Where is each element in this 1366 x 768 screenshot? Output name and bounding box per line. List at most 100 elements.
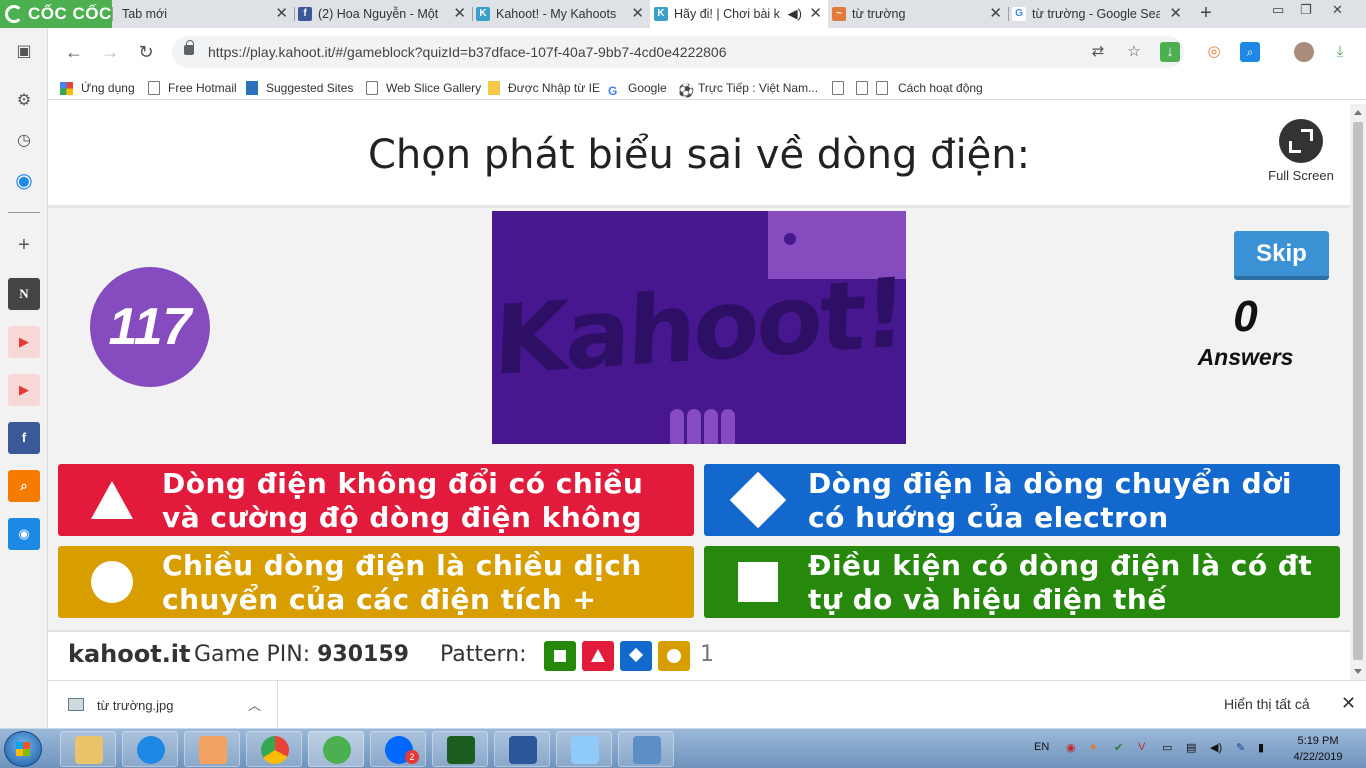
- taskbar-word[interactable]: [494, 731, 550, 767]
- media-player-icon[interactable]: ◉: [8, 518, 40, 550]
- new-tab-button[interactable]: +: [1196, 2, 1216, 25]
- tray-tool-icon[interactable]: ✎: [1236, 741, 1245, 754]
- bookmark-free-hotmail[interactable]: Free Hotmail: [148, 79, 237, 97]
- minimize-icon[interactable]: ▭: [1272, 2, 1284, 18]
- circle-icon: [88, 560, 136, 604]
- close-icon[interactable]: ✕: [809, 0, 822, 28]
- downloads-icon[interactable]: ⤓: [1330, 42, 1350, 62]
- taskbar-task-manager[interactable]: [432, 731, 488, 767]
- tray-notification-icon[interactable]: ◉: [1066, 741, 1076, 754]
- reload-button[interactable]: ↻: [134, 40, 158, 64]
- tray-shield-icon[interactable]: ✔: [1114, 741, 1123, 754]
- restore-icon[interactable]: ❐: [1300, 2, 1312, 18]
- youtube-icon[interactable]: ▶: [8, 374, 40, 406]
- bookmark-label: Google: [628, 81, 667, 95]
- taskbar-photo-viewer[interactable]: [618, 731, 674, 767]
- scroll-down-icon[interactable]: [1354, 669, 1362, 674]
- bookmark-web-slice-gallery[interactable]: Web Slice Gallery: [366, 79, 481, 97]
- fullscreen-label[interactable]: Full Screen: [1251, 168, 1350, 183]
- chevron-up-icon[interactable]: ︿: [248, 695, 261, 714]
- fullscreen-icon[interactable]: [1279, 119, 1323, 163]
- search-extension-icon[interactable]: ⌕: [1240, 42, 1260, 62]
- tab-kahoot-game[interactable]: K Hãy đi! | Chơi bài k ◀) ✕: [650, 0, 828, 28]
- close-icon[interactable]: ✕: [989, 0, 1002, 28]
- close-icon[interactable]: ✕: [631, 0, 644, 28]
- bookmark-folder-ie[interactable]: Được Nhập từ IE: [488, 79, 600, 97]
- close-icon[interactable]: ✕: [1169, 0, 1182, 28]
- coccoc-extension-icon[interactable]: ◎: [1204, 42, 1224, 62]
- tab-facebook[interactable]: f (2) Hoa Nguyễn - Một ✕: [294, 0, 472, 28]
- tab-tu-truong[interactable]: ~ từ trường ✕: [828, 0, 1008, 28]
- messenger-icon[interactable]: ◉: [8, 165, 40, 197]
- taskbar-media-player[interactable]: [184, 731, 240, 767]
- bookmark-untitled[interactable]: [832, 79, 852, 97]
- notion-icon[interactable]: N: [8, 278, 40, 310]
- game-pin: Game PIN: 930159: [194, 642, 409, 667]
- taskbar-clock[interactable]: 5:19 PM 4/22/2019: [1278, 733, 1358, 765]
- brand-name: CỐC CỐC: [28, 4, 112, 23]
- speaker-icon[interactable]: ◀): [788, 0, 802, 28]
- close-icon[interactable]: ✕: [453, 0, 466, 28]
- taskbar-paint[interactable]: [556, 731, 612, 767]
- close-icon[interactable]: ✕: [1341, 693, 1356, 714]
- answer-option-triangle[interactable]: Dòng điện không đổi có chiều và cường độ…: [58, 464, 694, 536]
- taskbar-chrome[interactable]: [246, 731, 302, 767]
- scrollbar-thumb[interactable]: [1353, 122, 1363, 660]
- tab-title: từ trường - Google Sea: [1032, 7, 1160, 21]
- sidebar-toggle-icon[interactable]: ▣: [8, 36, 40, 68]
- tab-new[interactable]: Tab mới ✕: [112, 0, 294, 28]
- volume-icon[interactable]: ◀): [1210, 741, 1222, 754]
- browser-brand[interactable]: CỐC CỐC: [0, 0, 112, 28]
- page-scrollbar[interactable]: [1350, 104, 1366, 680]
- task-manager-icon: [447, 736, 475, 764]
- tray-app-icon[interactable]: ●: [1090, 741, 1097, 753]
- star-icon[interactable]: ☆: [1124, 42, 1144, 62]
- youtube-icon[interactable]: ▶: [8, 326, 40, 358]
- profile-avatar[interactable]: [1294, 42, 1314, 62]
- game-pin-label: Game PIN:: [194, 642, 311, 667]
- answer-option-diamond[interactable]: Dòng điện là dòng chuyển dời có hướng củ…: [704, 464, 1340, 536]
- download-extension-icon[interactable]: ↓: [1160, 42, 1180, 62]
- taskbar-zalo[interactable]: 2: [370, 731, 426, 767]
- taskbar-coccoc[interactable]: [308, 731, 364, 767]
- download-item[interactable]: từ trường.jpg ︿: [48, 681, 278, 729]
- history-icon[interactable]: ◷: [8, 125, 40, 157]
- tab-google-search[interactable]: G từ trường - Google Sea ✕: [1008, 0, 1188, 28]
- football-icon: ⚽: [678, 83, 695, 98]
- settings-icon[interactable]: ⚙: [8, 85, 40, 117]
- tab-my-kahoots[interactable]: K Kahoot! - My Kahoots ✕: [472, 0, 650, 28]
- taskbar-internet-explorer[interactable]: [122, 731, 178, 767]
- add-app-icon[interactable]: +: [8, 229, 40, 261]
- translate-icon[interactable]: ⇄: [1088, 42, 1108, 62]
- bookmark-truc-tiep[interactable]: ⚽ Trực Tiếp : Việt Nam...: [678, 79, 818, 98]
- chrome-icon: [261, 736, 289, 764]
- tab-title: Hãy đi! | Chơi bài k: [674, 7, 780, 21]
- show-all-downloads-link[interactable]: Hiển thị tất cả: [1224, 696, 1310, 712]
- network-icon[interactable]: ▮: [1258, 741, 1264, 754]
- address-bar[interactable]: https://play.kahoot.it/#/gameblock?quizI…: [172, 36, 1184, 68]
- taskbar-explorer[interactable]: [60, 731, 116, 767]
- bookmark-google[interactable]: G Google: [608, 79, 667, 98]
- bookmark-cach-hoat-dong[interactable]: Cách hoạt động: [856, 79, 983, 97]
- close-icon[interactable]: ✕: [275, 0, 288, 28]
- bookmark-suggested-sites[interactable]: Suggested Sites: [246, 79, 353, 97]
- answer-option-square[interactable]: Điều kiện có dòng điện là có đt tự do và…: [704, 546, 1340, 618]
- forward-button[interactable]: →: [98, 40, 122, 64]
- window-close-icon[interactable]: ✕: [1332, 2, 1343, 18]
- answer-text: Dòng điện không đổi có chiều và cường độ…: [162, 467, 644, 536]
- facebook-icon[interactable]: f: [8, 422, 40, 454]
- tray-monitor-icon[interactable]: ▭: [1162, 741, 1172, 754]
- bookmark-apps[interactable]: Ứng dụng: [60, 79, 135, 97]
- diamond-icon: [729, 471, 787, 529]
- start-button[interactable]: [4, 731, 42, 767]
- search-icon[interactable]: ⌕: [8, 470, 40, 502]
- answers-label: Answers: [1197, 344, 1294, 370]
- language-indicator[interactable]: EN: [1034, 741, 1049, 753]
- bookmark-label: Free Hotmail: [168, 81, 237, 95]
- scroll-up-icon[interactable]: [1354, 110, 1362, 115]
- answer-option-circle[interactable]: Chiều dòng điện là chiều dịch chuyển của…: [58, 546, 694, 618]
- tray-device-icon[interactable]: ▤: [1186, 741, 1196, 754]
- skip-button[interactable]: Skip: [1234, 231, 1329, 280]
- back-button[interactable]: ←: [62, 40, 86, 64]
- tray-antivirus-icon[interactable]: V: [1138, 741, 1145, 753]
